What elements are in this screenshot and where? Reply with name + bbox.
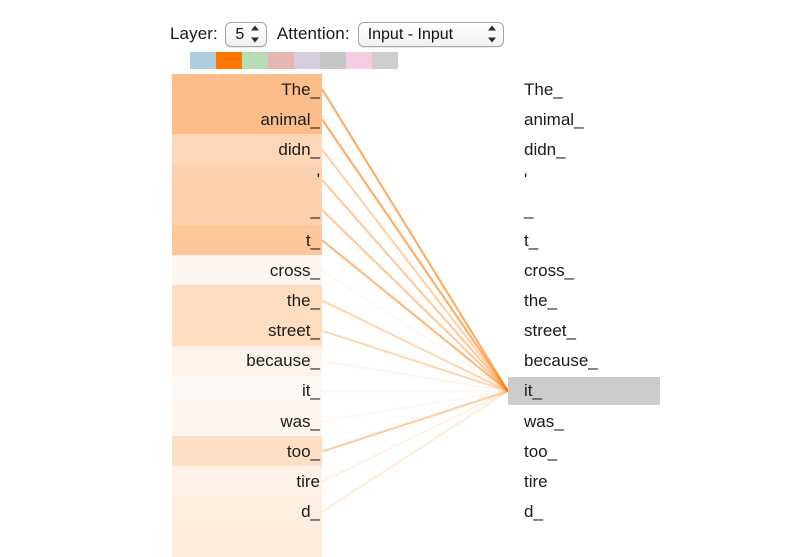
- target-token-label: animal_: [524, 109, 584, 129]
- attention-line: [321, 329, 509, 393]
- attention-type-select[interactable]: Input - Input: [357, 21, 504, 47]
- target-token-row[interactable]: animal_: [508, 104, 683, 134]
- target-token-row[interactable]: street_: [508, 316, 683, 346]
- source-token-row[interactable]: street_: [172, 315, 322, 346]
- head-swatch-3[interactable]: [268, 52, 294, 69]
- source-token-label: d_: [301, 502, 320, 522]
- attention-line: [321, 299, 509, 393]
- source-token-row[interactable]: the_: [172, 285, 322, 316]
- source-token-row[interactable]: too_: [172, 436, 322, 467]
- source-token-row[interactable]: was_: [172, 406, 322, 437]
- head-swatch-5[interactable]: [320, 52, 346, 69]
- source-token-row-empty[interactable]: [172, 526, 322, 557]
- attention-visualizer: Layer: 5 Attention: Input - Input The_an…: [0, 0, 812, 557]
- layer-select[interactable]: 5: [224, 21, 267, 47]
- target-token-label: the_: [524, 290, 558, 310]
- source-token-label: too_: [286, 441, 320, 461]
- attention-line: [321, 88, 509, 392]
- attention-lines-layer: [0, 0, 812, 525]
- target-token-row[interactable]: The_: [508, 74, 683, 104]
- attention-line: [321, 148, 509, 392]
- source-token-label: because_: [246, 351, 320, 371]
- source-token-label: didn_: [278, 139, 320, 159]
- target-token-label: because_: [524, 351, 598, 371]
- target-token-row[interactable]: ': [508, 165, 683, 195]
- target-token-row[interactable]: d_: [508, 497, 683, 527]
- target-token-label: ': [524, 170, 528, 190]
- attention-line: [321, 359, 509, 393]
- target-token-label: too_: [524, 441, 558, 461]
- source-token-label: the_: [286, 290, 320, 310]
- source-token-label: _: [310, 200, 320, 220]
- source-token-row[interactable]: d_: [172, 496, 322, 527]
- source-token-row[interactable]: it_: [172, 375, 322, 407]
- attention-line: [321, 390, 509, 483]
- source-token-label: street_: [268, 321, 320, 341]
- attention-line: [321, 239, 509, 392]
- attention-line: [321, 209, 509, 392]
- layer-spinner-icon[interactable]: [251, 25, 260, 43]
- source-token-label: cross_: [269, 260, 320, 280]
- source-token-row[interactable]: tire: [172, 466, 322, 497]
- source-token-column: The_ animal_ didn_ ' _ t_ cross_ the_ street_bec…: [172, 74, 322, 557]
- source-token-label: t_: [305, 230, 320, 250]
- attention-label: Attention:: [276, 24, 350, 43]
- head-swatch-6[interactable]: [346, 52, 372, 69]
- source-token-label: The_: [281, 79, 320, 99]
- source-token-label: animal_: [260, 109, 320, 129]
- target-token-label: street_: [524, 321, 576, 341]
- head-swatch-1[interactable]: [216, 52, 242, 69]
- source-token-label: it_: [302, 381, 320, 401]
- attention-line: [321, 179, 509, 392]
- target-token-column: The_ animal_ didn_ ' _ t_ cross_ the_ street_bec…: [508, 74, 683, 527]
- source-token-row[interactable]: cross_: [172, 255, 322, 286]
- target-token-label: The_: [524, 79, 563, 99]
- attention-spinner-icon[interactable]: [488, 25, 497, 43]
- target-token-row[interactable]: tire: [508, 466, 683, 496]
- attention-type-value: Input - Input: [367, 25, 454, 43]
- target-token-label: was_: [524, 411, 564, 431]
- head-swatch-0[interactable]: [190, 52, 216, 69]
- target-token-row[interactable]: it_: [508, 376, 683, 406]
- target-token-label: t_: [524, 230, 539, 250]
- source-token-row[interactable]: The_: [172, 74, 322, 105]
- target-token-label: it_: [524, 381, 542, 401]
- source-token-label: was_: [280, 411, 320, 431]
- source-token-row[interactable]: t_: [172, 224, 322, 256]
- target-token-row[interactable]: didn_: [508, 134, 683, 164]
- attention-line: [321, 390, 509, 513]
- source-token-row[interactable]: because_: [172, 345, 322, 376]
- head-swatch-2[interactable]: [242, 52, 268, 69]
- target-token-label: cross_: [524, 260, 575, 280]
- head-color-bar: [190, 52, 398, 69]
- target-token-row[interactable]: cross_: [508, 255, 683, 285]
- layer-label: Layer:: [170, 24, 218, 43]
- attention-line: [321, 390, 509, 423]
- target-token-label: didn_: [524, 139, 566, 159]
- target-token-row[interactable]: the_: [508, 285, 683, 315]
- head-swatch-4[interactable]: [294, 52, 320, 69]
- attention-lines-svg: [321, 88, 509, 513]
- controls-bar: Layer: 5 Attention: Input - Input: [170, 21, 504, 47]
- source-token-row[interactable]: _: [172, 194, 322, 225]
- attention-line: [321, 118, 509, 392]
- head-swatch-7[interactable]: [372, 52, 398, 69]
- target-token-row[interactable]: _: [508, 195, 683, 225]
- target-token-row[interactable]: because_: [508, 346, 683, 376]
- target-token-label: d_: [524, 502, 543, 522]
- target-token-label: _: [524, 200, 534, 220]
- target-token-row[interactable]: was_: [508, 406, 683, 436]
- layer-select-value: 5: [235, 25, 245, 43]
- source-token-row[interactable]: ': [172, 164, 322, 195]
- attention-line: [321, 390, 509, 453]
- target-token-row[interactable]: t_: [508, 225, 683, 255]
- target-token-label: tire: [524, 472, 548, 492]
- source-token-label: ': [316, 170, 320, 190]
- attention-line: [321, 269, 509, 392]
- source-token-label: tire: [296, 472, 320, 492]
- source-token-row[interactable]: didn_: [172, 134, 322, 165]
- source-token-row[interactable]: animal_: [172, 104, 322, 135]
- target-token-row[interactable]: too_: [508, 436, 683, 466]
